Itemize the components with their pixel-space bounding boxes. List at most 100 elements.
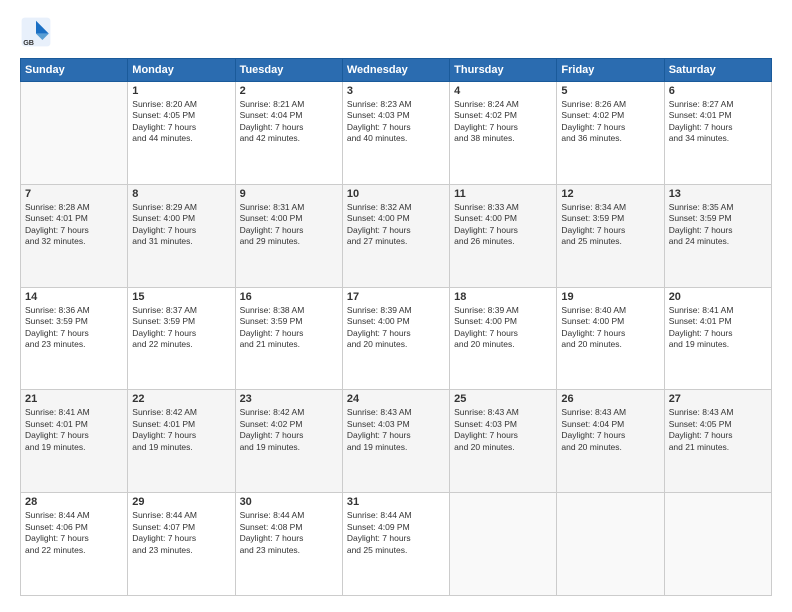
day-info: Sunrise: 8:39 AM Sunset: 4:00 PM Dayligh… [347, 305, 445, 351]
week-row-4: 21 Sunrise: 8:41 AM Sunset: 4:01 PM Dayli… [21, 390, 772, 493]
day-info: Sunrise: 8:44 AM Sunset: 4:09 PM Dayligh… [347, 510, 445, 556]
day-number: 26 [561, 393, 659, 405]
day-number: 20 [669, 291, 767, 303]
calendar-cell: 13 Sunrise: 8:35 AM Sunset: 3:59 PM Dayli… [664, 184, 771, 287]
day-number: 29 [132, 496, 230, 508]
header: GB [20, 16, 772, 48]
day-info: Sunrise: 8:44 AM Sunset: 4:08 PM Dayligh… [240, 510, 338, 556]
day-number: 4 [454, 85, 552, 97]
day-number: 31 [347, 496, 445, 508]
day-info: Sunrise: 8:37 AM Sunset: 3:59 PM Dayligh… [132, 305, 230, 351]
calendar-cell: 29 Sunrise: 8:44 AM Sunset: 4:07 PM Dayli… [128, 493, 235, 596]
day-number: 2 [240, 85, 338, 97]
calendar-cell: 18Sunrise: 8:39 AM Sunset: 4:00 PM Dayli… [450, 287, 557, 390]
day-number: 21 [25, 393, 123, 405]
calendar-cell: 24 Sunrise: 8:43 AM Sunset: 4:03 PM Dayli… [342, 390, 449, 493]
day-number: 24 [347, 393, 445, 405]
day-info: Sunrise: 8:42 AM Sunset: 4:02 PM Dayligh… [240, 407, 338, 453]
calendar-cell: 4 Sunrise: 8:24 AM Sunset: 4:02 PM Daylig… [450, 82, 557, 185]
day-info: Sunrise: 8:32 AM Sunset: 4:00 PM Dayligh… [347, 202, 445, 248]
calendar-cell [557, 493, 664, 596]
day-info: Sunrise: 8:27 AM Sunset: 4:01 PM Dayligh… [669, 99, 767, 145]
day-info: Sunrise: 8:38 AM Sunset: 3:59 PM Dayligh… [240, 305, 338, 351]
week-row-1: 1 Sunrise: 8:20 AM Sunset: 4:05 PM Daylig… [21, 82, 772, 185]
logo-icon: GB [20, 16, 52, 48]
weekday-header-monday: Monday [128, 59, 235, 82]
day-info: Sunrise: 8:44 AM Sunset: 4:06 PM Dayligh… [25, 510, 123, 556]
weekday-header-friday: Friday [557, 59, 664, 82]
day-number: 30 [240, 496, 338, 508]
day-info: Sunrise: 8:40 AM Sunset: 4:00 PM Dayligh… [561, 305, 659, 351]
day-number: 16 [240, 291, 338, 303]
calendar-cell: 3 Sunrise: 8:23 AM Sunset: 4:03 PM Daylig… [342, 82, 449, 185]
day-info: Sunrise: 8:43 AM Sunset: 4:05 PM Dayligh… [669, 407, 767, 453]
day-info: Sunrise: 8:26 AM Sunset: 4:02 PM Dayligh… [561, 99, 659, 145]
day-info: Sunrise: 8:43 AM Sunset: 4:03 PM Dayligh… [347, 407, 445, 453]
calendar-cell: 17Sunrise: 8:39 AM Sunset: 4:00 PM Dayli… [342, 287, 449, 390]
day-number: 3 [347, 85, 445, 97]
calendar-cell: 16 Sunrise: 8:38 AM Sunset: 3:59 PM Dayli… [235, 287, 342, 390]
week-row-2: 7Sunrise: 8:28 AM Sunset: 4:01 PM Daylig… [21, 184, 772, 287]
day-number: 27 [669, 393, 767, 405]
day-number: 25 [454, 393, 552, 405]
calendar-cell: 25 Sunrise: 8:43 AM Sunset: 4:03 PM Dayli… [450, 390, 557, 493]
calendar-cell: 11Sunrise: 8:33 AM Sunset: 4:00 PM Dayli… [450, 184, 557, 287]
calendar-cell: 14 Sunrise: 8:36 AM Sunset: 3:59 PM Dayli… [21, 287, 128, 390]
day-number: 18 [454, 291, 552, 303]
day-number: 7 [25, 188, 123, 200]
day-number: 8 [132, 188, 230, 200]
day-info: Sunrise: 8:44 AM Sunset: 4:07 PM Dayligh… [132, 510, 230, 556]
calendar-cell: 26Sunrise: 8:43 AM Sunset: 4:04 PM Dayli… [557, 390, 664, 493]
day-info: Sunrise: 8:42 AM Sunset: 4:01 PM Dayligh… [132, 407, 230, 453]
day-info: Sunrise: 8:20 AM Sunset: 4:05 PM Dayligh… [132, 99, 230, 145]
calendar-cell [21, 82, 128, 185]
page: GB SundayMondayTuesdayWednesdayThursdayF… [0, 0, 792, 612]
day-number: 19 [561, 291, 659, 303]
weekday-header-row: SundayMondayTuesdayWednesdayThursdayFrid… [21, 59, 772, 82]
calendar-cell: 23Sunrise: 8:42 AM Sunset: 4:02 PM Dayli… [235, 390, 342, 493]
day-info: Sunrise: 8:35 AM Sunset: 3:59 PM Dayligh… [669, 202, 767, 248]
day-info: Sunrise: 8:41 AM Sunset: 4:01 PM Dayligh… [25, 407, 123, 453]
day-info: Sunrise: 8:24 AM Sunset: 4:02 PM Dayligh… [454, 99, 552, 145]
day-number: 12 [561, 188, 659, 200]
calendar-cell: 27 Sunrise: 8:43 AM Sunset: 4:05 PM Dayli… [664, 390, 771, 493]
day-info: Sunrise: 8:23 AM Sunset: 4:03 PM Dayligh… [347, 99, 445, 145]
calendar-cell: 9Sunrise: 8:31 AM Sunset: 4:00 PM Daylig… [235, 184, 342, 287]
day-info: Sunrise: 8:29 AM Sunset: 4:00 PM Dayligh… [132, 202, 230, 248]
calendar-cell: 22Sunrise: 8:42 AM Sunset: 4:01 PM Dayli… [128, 390, 235, 493]
day-info: Sunrise: 8:33 AM Sunset: 4:00 PM Dayligh… [454, 202, 552, 248]
calendar-cell [664, 493, 771, 596]
week-row-3: 14 Sunrise: 8:36 AM Sunset: 3:59 PM Dayli… [21, 287, 772, 390]
day-info: Sunrise: 8:21 AM Sunset: 4:04 PM Dayligh… [240, 99, 338, 145]
calendar-cell [450, 493, 557, 596]
calendar-cell: 5 Sunrise: 8:26 AM Sunset: 4:02 PM Daylig… [557, 82, 664, 185]
calendar-cell: 19 Sunrise: 8:40 AM Sunset: 4:00 PM Dayli… [557, 287, 664, 390]
calendar-cell: 6 Sunrise: 8:27 AM Sunset: 4:01 PM Daylig… [664, 82, 771, 185]
weekday-header-wednesday: Wednesday [342, 59, 449, 82]
calendar-cell: 1 Sunrise: 8:20 AM Sunset: 4:05 PM Daylig… [128, 82, 235, 185]
calendar-cell: 15 Sunrise: 8:37 AM Sunset: 3:59 PM Dayli… [128, 287, 235, 390]
day-number: 15 [132, 291, 230, 303]
svg-text:GB: GB [23, 38, 34, 47]
weekday-header-tuesday: Tuesday [235, 59, 342, 82]
weekday-header-thursday: Thursday [450, 59, 557, 82]
day-number: 13 [669, 188, 767, 200]
calendar-cell: 31 Sunrise: 8:44 AM Sunset: 4:09 PM Dayli… [342, 493, 449, 596]
day-info: Sunrise: 8:43 AM Sunset: 4:03 PM Dayligh… [454, 407, 552, 453]
weekday-header-saturday: Saturday [664, 59, 771, 82]
calendar-cell: 7Sunrise: 8:28 AM Sunset: 4:01 PM Daylig… [21, 184, 128, 287]
weekday-header-sunday: Sunday [21, 59, 128, 82]
day-number: 1 [132, 85, 230, 97]
day-number: 5 [561, 85, 659, 97]
calendar-cell: 20Sunrise: 8:41 AM Sunset: 4:01 PM Dayli… [664, 287, 771, 390]
logo: GB [20, 16, 56, 48]
day-info: Sunrise: 8:36 AM Sunset: 3:59 PM Dayligh… [25, 305, 123, 351]
day-number: 14 [25, 291, 123, 303]
day-number: 28 [25, 496, 123, 508]
day-info: Sunrise: 8:31 AM Sunset: 4:00 PM Dayligh… [240, 202, 338, 248]
calendar-table: SundayMondayTuesdayWednesdayThursdayFrid… [20, 58, 772, 596]
calendar-cell: 21 Sunrise: 8:41 AM Sunset: 4:01 PM Dayli… [21, 390, 128, 493]
week-row-5: 28 Sunrise: 8:44 AM Sunset: 4:06 PM Dayli… [21, 493, 772, 596]
calendar-cell: 28 Sunrise: 8:44 AM Sunset: 4:06 PM Dayli… [21, 493, 128, 596]
day-number: 6 [669, 85, 767, 97]
